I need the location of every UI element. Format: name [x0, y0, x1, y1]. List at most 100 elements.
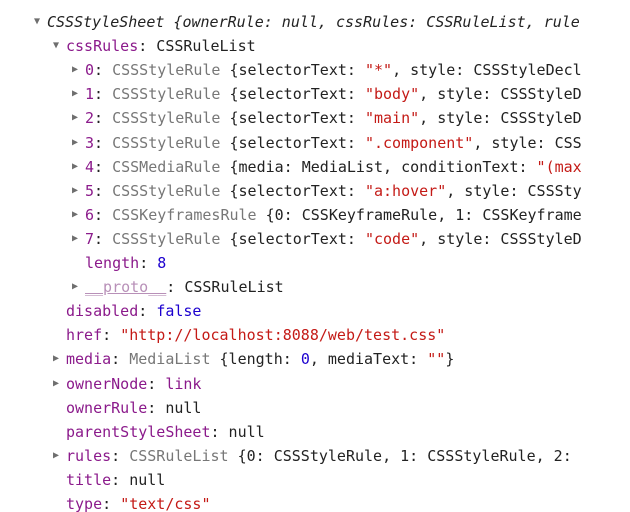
- token-k: 5: [85, 181, 95, 200]
- token-p: }: [445, 350, 455, 369]
- chevron-down-icon[interactable]: ▼: [53, 34, 66, 58]
- token-s: "code": [364, 229, 420, 248]
- token-t: CSSStyleRule: [112, 85, 230, 104]
- tree-row[interactable]: ▶ 4: CSSMediaRule {media: MediaList, cond…: [0, 155, 630, 179]
- token-p: {selectorText:: [229, 229, 365, 248]
- token-k: 6: [85, 205, 95, 224]
- token-s: ".component": [364, 133, 474, 152]
- chevron-right-icon[interactable]: ▶: [72, 179, 85, 203]
- token-p: : null: [210, 422, 265, 441]
- tree-row[interactable]: ▶ 0: CSSStyleRule {selectorText: "*", sty…: [0, 58, 630, 82]
- token-p: :: [138, 302, 157, 321]
- chevron-down-icon[interactable]: ▼: [34, 10, 47, 34]
- tree-row[interactable]: ▶ 3: CSSStyleRule {selectorText: ".compon…: [0, 131, 630, 155]
- token-p: , style: CSS: [473, 133, 582, 152]
- token-k: media: [66, 350, 112, 369]
- token-p: {selectorText:: [229, 85, 365, 104]
- token-p: :: [94, 229, 113, 248]
- chevron-right-icon[interactable]: ▶: [72, 106, 85, 130]
- tree-row: type: "text/css": [0, 492, 630, 512]
- chevron-right-icon[interactable]: ▶: [72, 82, 85, 106]
- token-p: , style: CSSSty: [446, 181, 582, 200]
- token-s: "main": [364, 109, 420, 128]
- token-p: , mediaText:: [309, 350, 428, 369]
- token-t: CSSMediaRule: [112, 157, 230, 176]
- token-p: , style: CSSStyleDecl: [392, 61, 582, 80]
- token-t: CSSStyleRule: [112, 61, 230, 80]
- token-p: {0: CSSKeyframeRule, 1: CSSKeyframe: [265, 205, 582, 224]
- token-p: {selectorText:: [229, 61, 365, 80]
- token-p: :: [139, 254, 158, 272]
- token-p: :: [94, 133, 113, 152]
- token-p: : CSSRuleList: [166, 278, 284, 297]
- token-p: , style: CSSStyleD: [419, 229, 582, 248]
- token-k: rules: [66, 446, 112, 465]
- tree-row[interactable]: ▶ ownerNode: link: [0, 372, 630, 396]
- token-s: "*": [364, 61, 393, 80]
- devtools-object-tree: ▼ CSSStyleSheet {ownerRule: null, cssRule…: [0, 0, 630, 512]
- token-s: "a:hover": [364, 181, 447, 200]
- token-k: cssRules: [66, 37, 139, 56]
- tree-row[interactable]: ▼ cssRules: CSSRuleList: [0, 34, 630, 58]
- tree-row: ownerRule: null: [0, 396, 630, 420]
- token-t: CSSStyleRule: [112, 181, 230, 200]
- token-t: MediaList: [129, 350, 220, 369]
- chevron-right-icon[interactable]: ▶: [53, 372, 66, 396]
- token-p: :: [94, 181, 113, 200]
- token-s: "(max: [536, 157, 582, 176]
- token-p: : CSSRuleList: [138, 37, 256, 56]
- tree-row[interactable]: ▼ CSSStyleSheet {ownerRule: null, cssRule…: [0, 10, 630, 34]
- chevron-right-icon[interactable]: ▶: [53, 347, 66, 371]
- chevron-right-icon[interactable]: ▶: [72, 275, 85, 299]
- token-t: CSSStyleRule: [112, 133, 230, 152]
- chevron-right-icon[interactable]: ▶: [72, 155, 85, 179]
- tree-row[interactable]: ▶ 7: CSSStyleRule {selectorText: "code", …: [0, 227, 630, 251]
- tree-row[interactable]: ▶ 2: CSSStyleRule {selectorText: "main", …: [0, 106, 630, 130]
- token-p: :: [94, 61, 113, 80]
- tree-row: href: "http://localhost:8088/web/test.cs…: [0, 323, 630, 347]
- tree-row[interactable]: ▶ 6: CSSKeyframesRule {0: CSSKeyframeRule…: [0, 203, 630, 227]
- token-k: 3: [85, 133, 95, 152]
- token-k: link: [165, 374, 202, 393]
- token-p: : null: [111, 470, 166, 489]
- token-k: 2: [85, 109, 95, 128]
- token-p: {0: CSSStyleRule, 1: CSSStyleRule, 2:: [237, 446, 572, 465]
- token-n: false: [156, 302, 202, 321]
- token-s: "": [427, 350, 446, 369]
- tree-row: disabled: false: [0, 299, 630, 323]
- tree-row[interactable]: ▶ 1: CSSStyleRule {selectorText: "body", …: [0, 82, 630, 106]
- token-p: {length:: [219, 350, 301, 369]
- token-k: 1: [85, 85, 95, 104]
- chevron-right-icon[interactable]: ▶: [72, 58, 85, 82]
- token-k: length: [85, 254, 140, 272]
- tree-row[interactable]: ▶ __proto__: CSSRuleList: [0, 275, 630, 299]
- token-p: :: [94, 205, 113, 224]
- token-sum: CSSStyleSheet {ownerRule: null, cssRules…: [47, 13, 580, 31]
- token-p: :: [94, 109, 113, 128]
- token-s: "text/css": [120, 495, 211, 512]
- tree-row[interactable]: ▶ rules: CSSRuleList {0: CSSStyleRule, 1:…: [0, 444, 630, 468]
- chevron-right-icon[interactable]: ▶: [53, 444, 66, 468]
- token-k: href: [66, 326, 103, 345]
- tree-row[interactable]: ▶ 5: CSSStyleRule {selectorText: "a:hover…: [0, 179, 630, 203]
- chevron-right-icon[interactable]: ▶: [72, 227, 85, 251]
- token-k: ownerNode: [66, 374, 148, 393]
- token-p: :: [111, 446, 130, 465]
- token-p: {media: MediaList, conditionText:: [229, 157, 537, 176]
- token-p: {selectorText:: [229, 133, 365, 152]
- token-k: 0: [85, 61, 95, 80]
- chevron-right-icon[interactable]: ▶: [72, 203, 85, 227]
- tree-row: length: 8: [0, 251, 630, 275]
- token-s: "http://localhost:8088/web/test.css": [120, 326, 446, 345]
- token-k: ownerRule: [66, 398, 148, 417]
- tree-row: parentStyleSheet: null: [0, 420, 630, 444]
- token-t: CSSRuleList: [129, 446, 238, 465]
- tree-row[interactable]: ▶ media: MediaList {length: 0, mediaText:…: [0, 347, 630, 371]
- token-n: 0: [300, 350, 310, 369]
- chevron-right-icon[interactable]: ▶: [72, 131, 85, 155]
- token-p: :: [111, 350, 130, 369]
- token-k: 7: [85, 229, 95, 248]
- token-p: {selectorText:: [229, 109, 365, 128]
- token-p: : null: [147, 398, 202, 417]
- token-p: :: [94, 157, 113, 176]
